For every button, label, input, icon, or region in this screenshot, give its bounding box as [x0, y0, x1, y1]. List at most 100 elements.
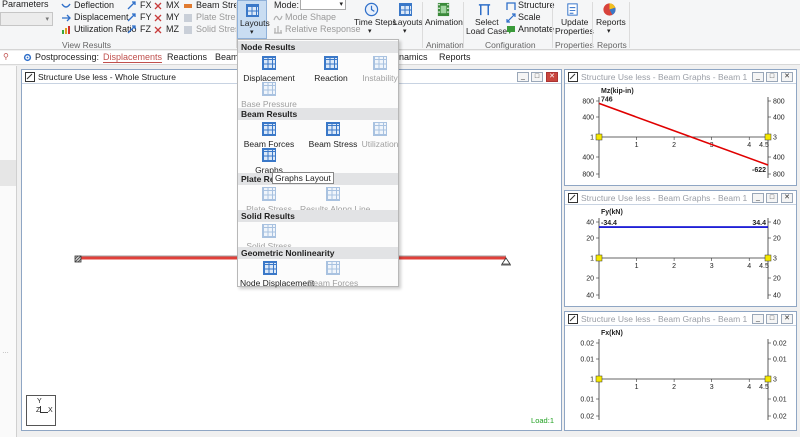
- node-displacement-layout-item[interactable]: Node Displacement: [240, 261, 314, 288]
- ribbon: Parameters ▾ Deflection Displacement Uti…: [0, 0, 800, 50]
- displacement-button[interactable]: Displacement: [74, 12, 129, 22]
- postprocessing-label: Postprocessing:: [35, 52, 100, 62]
- settings-icon: [23, 53, 32, 62]
- clock-icon: [364, 2, 379, 17]
- layouts-button[interactable]: Layouts ▾: [237, 0, 270, 39]
- annotate-button[interactable]: Annotate: [518, 24, 554, 34]
- graph2-titlebar[interactable]: Structure Use less - Beam Graphs - Beam …: [565, 191, 796, 205]
- load-case-label: Load:1: [531, 416, 554, 425]
- beam-forces-nonlinear-layout-item[interactable]: Beam Forces: [302, 261, 364, 288]
- y-tick-label-left: 400: [582, 115, 594, 122]
- animation-group-label: Animation: [426, 40, 464, 50]
- layouts-secondary-label: Layouts: [393, 17, 423, 27]
- minimize-button[interactable]: _: [752, 193, 764, 203]
- close-button[interactable]: ✕: [781, 72, 793, 82]
- grid-layout-icon: [263, 261, 277, 275]
- select-load-case-button[interactable]: Select Load Case: [465, 0, 507, 39]
- close-button[interactable]: ✕: [781, 314, 793, 324]
- maximize-button[interactable]: □: [766, 72, 778, 82]
- tab-displacements[interactable]: Displacements: [103, 52, 163, 63]
- maximize-button[interactable]: □: [531, 72, 543, 82]
- mode-select[interactable]: ▾: [300, 0, 346, 10]
- y-tick-label-right: 800: [773, 172, 785, 179]
- graph1-titlebar[interactable]: Structure Use less - Beam Graphs - Beam …: [565, 70, 796, 84]
- structure-button[interactable]: Structure: [518, 0, 555, 10]
- graph3-titlebar[interactable]: Structure Use less - Beam Graphs - Beam …: [565, 312, 796, 326]
- beam-forces-layout-item[interactable]: Beam Forces: [238, 122, 300, 149]
- y-tick-label-right: 3: [773, 135, 777, 142]
- mz-graph-plot[interactable]: 800400140080080040034008001 2 3 4 4.5Mz(kip-…: [565, 85, 796, 185]
- tab-reactions[interactable]: Reactions: [167, 52, 207, 62]
- maximize-button[interactable]: □: [766, 193, 778, 203]
- fy-graph-plot[interactable]: 40 20 1 20 40 40 20 3 20 40 1 2 3 4 4.5 Fy(kN) -34.4 34.4: [565, 206, 796, 306]
- y-tick-label-left: 800: [582, 172, 594, 179]
- y-tick-label-left: 1: [590, 377, 594, 384]
- deflection-icon: [61, 3, 71, 8]
- fz-icon: [127, 25, 136, 34]
- y-tick-label-right: 3: [773, 256, 777, 263]
- y-tick-label-left: 0.02: [580, 414, 594, 421]
- my-button[interactable]: MY: [166, 12, 180, 22]
- grid-layout-icon: [326, 261, 340, 275]
- maximize-button[interactable]: □: [766, 314, 778, 324]
- fy-button[interactable]: FY: [140, 12, 152, 22]
- start-node-marker: [595, 133, 603, 141]
- grid-layout-icon: [262, 187, 276, 201]
- mode-shape-button[interactable]: Mode Shape: [285, 12, 336, 22]
- layouts-secondary-button[interactable]: Layouts ▾: [392, 0, 423, 39]
- scale-button[interactable]: Scale: [518, 12, 541, 22]
- fx-button[interactable]: FX: [140, 0, 152, 10]
- beam-results-header: Beam Results: [238, 108, 398, 120]
- displacement-layout-item[interactable]: Displacement: [238, 56, 300, 83]
- end-node-marker: [764, 375, 772, 383]
- mz-button[interactable]: MZ: [166, 24, 179, 34]
- relative-response-button[interactable]: Relative Response: [285, 24, 361, 34]
- mx-icon: [154, 2, 162, 10]
- tab-reports[interactable]: Reports: [439, 52, 471, 62]
- layouts-button-label: Layouts: [240, 18, 270, 28]
- close-button[interactable]: ✕: [546, 72, 558, 82]
- graph-quantity-label: Fx(kN): [601, 330, 623, 337]
- view-results-group-label: View Results: [62, 40, 111, 50]
- beam-graph-window-fy: Structure Use less - Beam Graphs - Beam …: [564, 190, 797, 307]
- y-tick-label-left: 0.01: [580, 397, 594, 404]
- y-tick-label-left: 20: [586, 276, 594, 283]
- solid-results-header: Solid Results: [238, 210, 398, 222]
- grid-layout-icon: [399, 3, 412, 16]
- select-load-case-label-2: Load Case: [466, 26, 508, 36]
- graphs-layout-item[interactable]: Graphs: [238, 148, 300, 175]
- time-steps-button[interactable]: Time Steps ▾: [352, 0, 397, 39]
- instability-layout-label: Instability: [362, 73, 398, 83]
- minimize-button[interactable]: _: [752, 72, 764, 82]
- fx-graph-plot[interactable]: 0.02 0.01 1 0.01 0.02 0.02 0.01 3 0.01 0.02 1 2 3 4 4.…: [565, 327, 796, 427]
- minimize-button[interactable]: _: [752, 314, 764, 324]
- structure-icon: [506, 2, 516, 10]
- update-properties-button[interactable]: Update Properties: [554, 0, 594, 39]
- scroll-dots: …: [2, 348, 9, 355]
- minimize-button[interactable]: _: [517, 72, 529, 82]
- close-button[interactable]: ✕: [781, 193, 793, 203]
- base-pressure-layout-item[interactable]: Base Pressure: [238, 82, 300, 109]
- reports-icon: [603, 3, 616, 16]
- left-panel-item[interactable]: [0, 160, 16, 186]
- x-tick-label: 4: [747, 384, 751, 391]
- x-tick-label: 4.5: [759, 263, 769, 270]
- utilization-layout-item[interactable]: Utilization: [350, 122, 410, 149]
- x-tick-label: 2: [672, 142, 676, 149]
- reports-button[interactable]: Reports ▾: [594, 0, 626, 39]
- load-case-icon: [478, 4, 491, 16]
- y-tick-label-left: 800: [582, 99, 594, 106]
- y-tick-label-right: 20: [773, 276, 781, 283]
- result-curve: [598, 102, 769, 166]
- pin-icon[interactable]: ⚲: [3, 52, 9, 61]
- fz-button[interactable]: FZ: [140, 24, 151, 34]
- mode-shape-icon: [273, 15, 283, 21]
- y-tick-label-right: 400: [773, 115, 785, 122]
- mx-button[interactable]: MX: [166, 0, 180, 10]
- x-tick-label: 3: [710, 263, 714, 270]
- deflection-button[interactable]: Deflection: [74, 0, 114, 10]
- y-tick-label-right: 0.01: [773, 357, 787, 364]
- animation-button[interactable]: Animation: [424, 0, 463, 39]
- parameters-dropdown[interactable]: ▾: [0, 12, 53, 26]
- instability-layout-item[interactable]: Instability: [350, 56, 410, 83]
